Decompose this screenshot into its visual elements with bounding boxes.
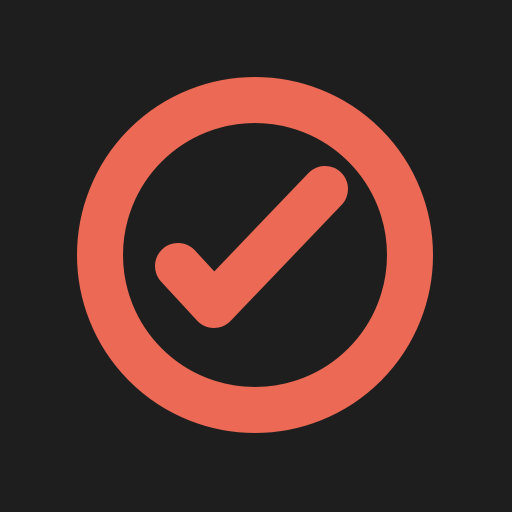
app-icon-canvas bbox=[0, 0, 512, 512]
checkmark-stroke bbox=[155, 166, 348, 328]
check-circle-icon bbox=[77, 77, 433, 433]
